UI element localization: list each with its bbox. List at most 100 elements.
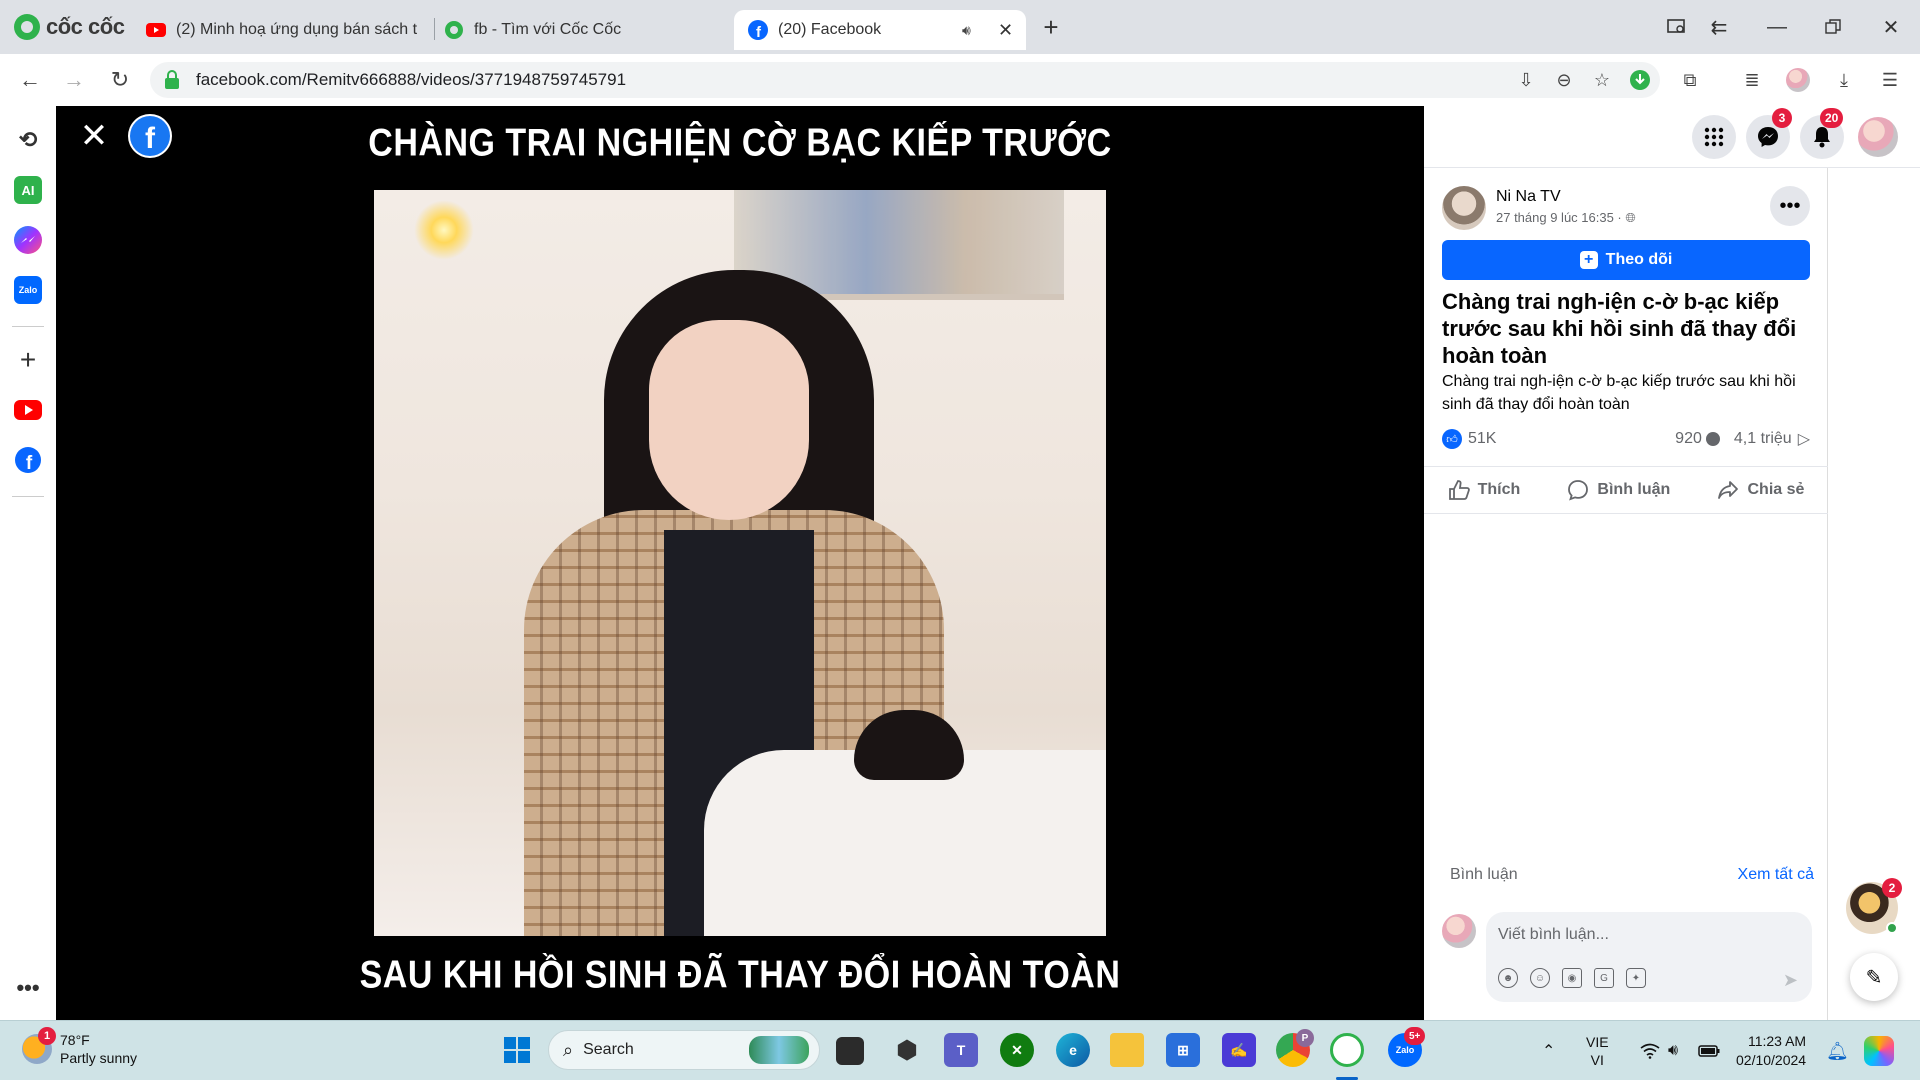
- see-all-link[interactable]: Xem tất cả: [1738, 866, 1814, 884]
- comment-button[interactable]: Bình luận: [1567, 479, 1670, 501]
- ai-assistant-icon[interactable]: AI: [14, 176, 42, 204]
- video-player[interactable]: ✕ f CHÀNG TRAI NGHIỆN CỜ BẠC KIẾP TRƯỚC …: [56, 106, 1424, 1020]
- new-message-icon[interactable]: ✎: [1850, 953, 1898, 1001]
- post-actions: Thích Bình luận Chia sẻ: [1424, 466, 1828, 514]
- account-avatar[interactable]: [1858, 117, 1898, 157]
- messenger-sidebar-icon[interactable]: [14, 226, 42, 254]
- gif-icon[interactable]: G: [1594, 968, 1614, 988]
- coccoc-logo[interactable]: cốc cốc: [14, 14, 125, 40]
- minimize-icon[interactable]: —: [1762, 12, 1792, 42]
- zoom-out-icon[interactable]: ⊖: [1552, 68, 1576, 92]
- address-bar[interactable]: facebook.com/Remitv666888/videos/3771948…: [150, 62, 1660, 98]
- copilot-icon[interactable]: [1864, 1021, 1894, 1080]
- author-name[interactable]: Ni Na TV: [1496, 188, 1636, 206]
- sticker-icon[interactable]: ✦: [1626, 968, 1646, 988]
- profile-avatar-icon[interactable]: [1786, 68, 1810, 92]
- secure-lock-icon[interactable]: [162, 70, 182, 90]
- clock[interactable]: 11:23 AM 02/10/2024: [1736, 1021, 1806, 1080]
- tab-title: (2) Minh hoạ ứng dụng bán sách t: [176, 21, 418, 38]
- language-indicator[interactable]: VIE VI: [1586, 1021, 1609, 1080]
- zalo-badge: 5+: [1404, 1027, 1426, 1045]
- follow-button[interactable]: + Theo dõi: [1442, 240, 1810, 280]
- zalo-sidebar-icon[interactable]: Zalo: [14, 276, 42, 304]
- weather-widget[interactable]: 1 78°F Partly sunny: [22, 1027, 138, 1067]
- search-highlight-image: [749, 1036, 809, 1064]
- history-icon[interactable]: ⟲: [14, 126, 42, 154]
- chrome-profile-badge: P: [1296, 1029, 1314, 1047]
- comment-input[interactable]: Viết bình luận... ☻ ☺ ◉ G ✦ ➤: [1486, 912, 1812, 1002]
- search-icon: ⌕: [563, 1039, 574, 1060]
- weather-desc: Partly sunny: [60, 1050, 138, 1066]
- tab-facebook[interactable]: f (20) Facebook 🔊︎ ✕: [734, 10, 1026, 50]
- speaker-icon[interactable]: 🔊︎: [962, 22, 971, 39]
- extensions-icon[interactable]: ⧉: [1678, 68, 1702, 92]
- like-reaction-icon: 👍︎: [1442, 429, 1462, 449]
- volume-icon[interactable]: 🔊︎: [1668, 1021, 1678, 1080]
- edge-icon[interactable]: e: [1056, 1033, 1090, 1067]
- task-view-icon[interactable]: [836, 1037, 864, 1065]
- view-count[interactable]: 4,1 triệu: [1734, 430, 1792, 448]
- coccoc-taskbar-icon[interactable]: [1330, 1033, 1364, 1067]
- post-stats: 👍︎ 51K 920 4,1 triệu ▷: [1442, 426, 1810, 452]
- restore-icon[interactable]: [1818, 12, 1848, 42]
- start-windows-icon[interactable]: [500, 1033, 534, 1067]
- file-explorer-icon[interactable]: [1110, 1033, 1144, 1067]
- savior-download-icon[interactable]: [1628, 68, 1652, 92]
- bookmark-star-icon[interactable]: ☆: [1590, 68, 1614, 92]
- windows-taskbar: 1 78°F Partly sunny ⌕ Search ⬢ T ✕ e ⊞ ✍…: [0, 1020, 1920, 1080]
- browser-sidebar: ⟲ AI Zalo + f •••: [0, 106, 56, 1020]
- wifi-icon[interactable]: [1640, 1021, 1660, 1080]
- tab-search-icon[interactable]: [1662, 12, 1692, 42]
- reload-icon[interactable]: ↻: [104, 64, 136, 96]
- back-history-icon[interactable]: ⇇: [1704, 12, 1734, 42]
- install-app-icon[interactable]: ⇩: [1514, 68, 1538, 92]
- close-window-icon[interactable]: ✕: [1876, 12, 1906, 42]
- share-button[interactable]: Chia sẻ: [1717, 479, 1804, 501]
- back-icon[interactable]: ←: [14, 64, 46, 96]
- send-icon[interactable]: ➤: [1783, 970, 1798, 991]
- taskbar-search[interactable]: ⌕ Search: [548, 1030, 820, 1070]
- youtube-icon: [146, 20, 166, 40]
- pen-app-icon[interactable]: ✍: [1222, 1033, 1256, 1067]
- facebook-header: 3 20: [1424, 106, 1920, 168]
- post-time[interactable]: 27 tháng 9 lúc 16:35 ·: [1496, 210, 1625, 225]
- chat-head[interactable]: 2: [1846, 878, 1902, 934]
- new-tab-icon[interactable]: +: [1036, 12, 1066, 42]
- lamp-light: [414, 200, 474, 260]
- tab-youtube[interactable]: (2) Minh hoạ ứng dụng bán sách t: [146, 10, 426, 50]
- sidebar-divider: [12, 496, 44, 497]
- downloads-icon[interactable]: ⤓: [1832, 68, 1856, 92]
- video-frame[interactable]: [374, 190, 1106, 936]
- sidebar-more-icon[interactable]: •••: [14, 974, 42, 1002]
- xbox-icon[interactable]: ✕: [1000, 1033, 1034, 1067]
- facebook-sidebar-icon[interactable]: f: [14, 446, 42, 474]
- camera-icon[interactable]: ◉: [1562, 968, 1582, 988]
- author-avatar[interactable]: [1442, 186, 1486, 230]
- like-button[interactable]: Thích: [1448, 479, 1520, 501]
- menu-grid-icon[interactable]: [1692, 115, 1736, 159]
- share-icon: [1718, 481, 1739, 499]
- teams-icon[interactable]: T: [944, 1033, 978, 1067]
- store-icon[interactable]: ⊞: [1166, 1033, 1200, 1067]
- app-cube-icon[interactable]: ⬢: [890, 1033, 924, 1067]
- tab-search[interactable]: fb - Tìm với Cốc Cốc: [444, 10, 714, 50]
- notification-bell-tray-icon[interactable]: 🔔︎: [1826, 1021, 1849, 1080]
- avatar-sticker-icon[interactable]: ☻: [1498, 968, 1518, 988]
- reaction-count[interactable]: 51K: [1468, 430, 1496, 448]
- menu-icon[interactable]: ☰: [1878, 68, 1902, 92]
- youtube-sidebar-icon[interactable]: [14, 396, 42, 424]
- comment-label: Bình luận: [1597, 481, 1671, 498]
- tray-expand-icon[interactable]: ⌃: [1542, 1021, 1555, 1080]
- comment-count[interactable]: 920: [1675, 430, 1702, 448]
- media-control-icon[interactable]: ≣: [1740, 68, 1764, 92]
- emoji-icon[interactable]: ☺: [1530, 968, 1550, 988]
- more-options-icon[interactable]: •••: [1770, 186, 1810, 226]
- add-sidebar-app-icon[interactable]: +: [14, 344, 42, 375]
- post-panel: 3 20 Ni Na TV 27 tháng 9 lúc 16:35 · 🌐︎ …: [1424, 106, 1920, 1020]
- globe-icon: 🌐︎: [1625, 210, 1636, 225]
- forward-icon[interactable]: →: [58, 64, 90, 96]
- follow-label: Theo dõi: [1605, 251, 1673, 268]
- close-tab-icon[interactable]: ✕: [998, 20, 1013, 41]
- battery-icon[interactable]: [1698, 1021, 1720, 1080]
- my-avatar[interactable]: [1442, 914, 1476, 948]
